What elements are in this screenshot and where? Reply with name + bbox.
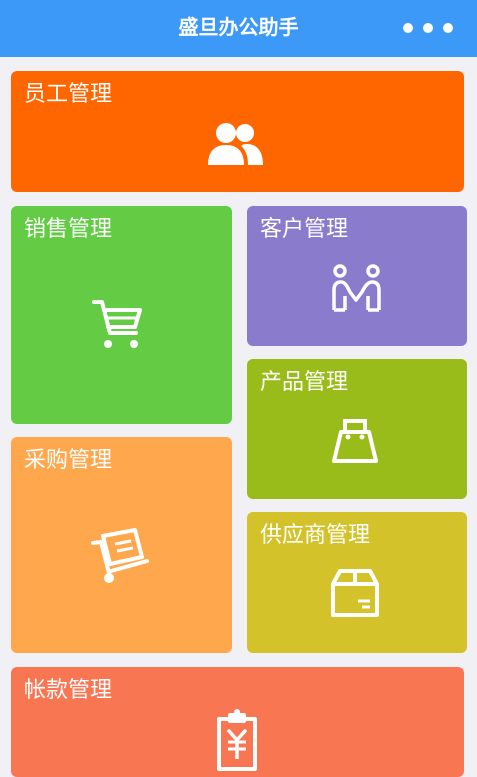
tile-label: 采购管理 [24, 448, 113, 473]
tile-label: 产品管理 [260, 370, 349, 395]
tile-label: 客户管理 [260, 217, 349, 242]
tile-sales-management[interactable]: 销售管理 [11, 206, 232, 424]
tile-supplier-management[interactable]: 供应商管理 [247, 512, 467, 653]
more-dots-icon [443, 23, 453, 33]
top-navbar: 盛旦办公助手 [0, 0, 477, 57]
shopping-bag-icon [332, 419, 378, 463]
users-icon [208, 123, 263, 165]
more-menu-button[interactable] [403, 22, 453, 34]
handshake-people-icon [332, 264, 381, 312]
tile-account-management[interactable]: 帐款管理 [11, 667, 464, 777]
tile-employee-management[interactable]: 员工管理 [11, 71, 464, 192]
tile-label: 帐款管理 [24, 678, 113, 703]
more-dots-icon [403, 23, 413, 33]
package-box-icon [331, 569, 379, 617]
tile-product-management[interactable]: 产品管理 [247, 359, 467, 499]
more-dots-icon [423, 23, 433, 33]
shopping-cart-icon [92, 300, 142, 348]
yuan-clipboard-icon [217, 709, 257, 771]
tile-customer-management[interactable]: 客户管理 [247, 206, 467, 346]
hand-truck-icon [91, 528, 149, 583]
tile-purchase-management[interactable]: 采购管理 [11, 437, 232, 653]
tile-label: 供应商管理 [260, 523, 371, 548]
tile-label: 员工管理 [24, 82, 113, 107]
tile-label: 销售管理 [24, 217, 113, 242]
